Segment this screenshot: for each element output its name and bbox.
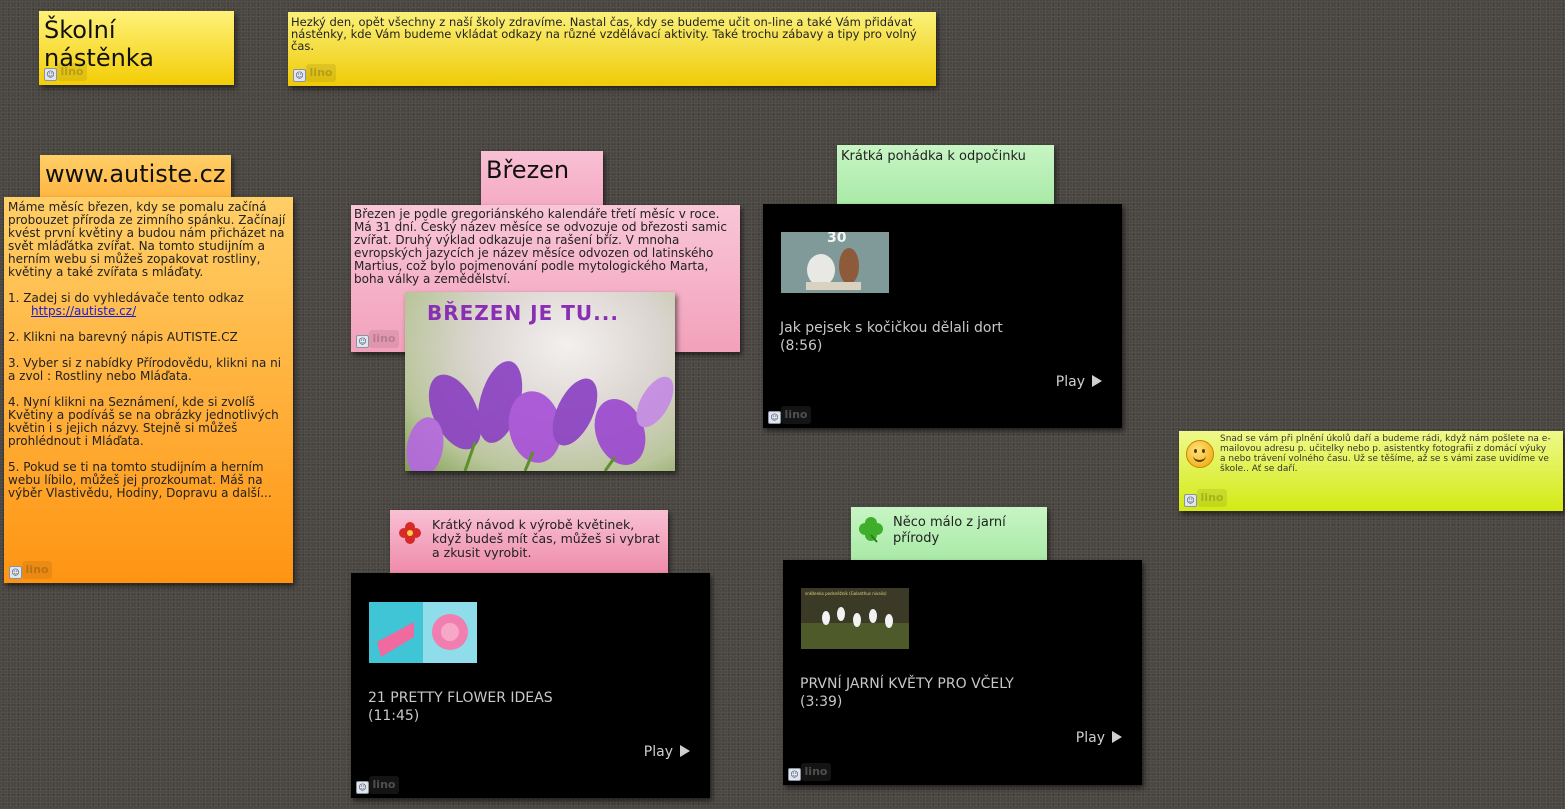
autiste-content: Máme měsíc březen, kdy se pomalu začíná …: [4, 197, 293, 504]
fairy-title: Krátká pohádka k odpočinku: [841, 149, 1026, 164]
brezen-image-caption: BŘEZEN JE TU...: [427, 301, 619, 325]
play-button[interactable]: Play: [1056, 374, 1102, 390]
avatar-icon: ☺: [9, 566, 22, 579]
flower-icon: [396, 519, 424, 547]
smiley-icon: [1186, 440, 1214, 468]
video-duration: (11:45): [368, 708, 420, 724]
video-fairy[interactable]: 30 Jak pejsek s kočičkou dělali dort (8:…: [763, 204, 1122, 428]
lino-logo: lino: [801, 763, 831, 781]
lino-logo: lino: [369, 776, 399, 794]
brezen-text: Březen je podle gregoriánského kalendáře…: [354, 207, 727, 286]
avatar-icon: ☺: [1184, 494, 1197, 507]
play-icon: [1112, 731, 1122, 743]
note-goodbye[interactable]: Snad se vám při plnění úkolů daří a bude…: [1179, 431, 1563, 511]
lino-logo: lino: [369, 330, 399, 348]
snowdrop-thumbnail: [801, 588, 909, 649]
clover-icon: [857, 515, 885, 543]
video-duration: (3:39): [800, 694, 843, 710]
spring-title: Něco málo z jarní přírody: [893, 515, 1006, 546]
play-button[interactable]: Play: [644, 744, 690, 760]
autiste-step-4: 4. Nyní klikni na Seznámení, kde si zvol…: [8, 395, 279, 448]
note-flower-title[interactable]: Krátký návod k výrobě květinek, když bud…: [390, 510, 668, 575]
lino-logo: lino: [22, 561, 52, 579]
video-title: Jak pejsek s kočičkou dělali dort: [780, 320, 1003, 336]
video-thumbnail[interactable]: [369, 602, 477, 663]
play-icon: [680, 745, 690, 757]
goodbye-text: Snad se vám při plnění úkolů daří a bude…: [1220, 434, 1551, 474]
avatar-icon: ☺: [356, 781, 369, 794]
brezen-title: Březen: [486, 156, 570, 184]
flower-craft-thumbnail: [369, 602, 477, 663]
video-thumbnail[interactable]: sněženka podsněžník (Galanthus nivalis): [801, 588, 909, 649]
autiste-step-2: 2. Klikni na barevný nápis AUTISTE.CZ: [8, 330, 238, 344]
note-title[interactable]: Školní nástěnka ☺ lino: [39, 11, 234, 85]
note-intro[interactable]: Hezký den, opět všechny z naší školy zdr…: [288, 12, 936, 86]
play-label: Play: [643, 744, 673, 760]
autiste-step-3: 3. Vyber si z nabídky Přírodovědu, klikn…: [8, 356, 282, 383]
autiste-step-5: 5. Pokud se ti na tomto studijním a hern…: [8, 460, 272, 500]
video-duration: (8:56): [780, 338, 823, 354]
avatar-icon: ☺: [356, 335, 369, 348]
lino-logo: lino: [57, 63, 87, 81]
play-icon: [1092, 375, 1102, 387]
autiste-paragraph: Máme měsíc březen, kdy se pomalu začíná …: [8, 200, 286, 279]
video-title: PRVNÍ JARNÍ KVĚTY PRO VČELY: [800, 676, 1014, 692]
intro-text: Hezký den, opět všechny z naší školy zdr…: [291, 15, 917, 53]
avatar-icon: ☺: [788, 768, 801, 781]
note-fairy-title[interactable]: Krátká pohádka k odpočinku: [837, 145, 1054, 207]
lino-logo: lino: [306, 64, 336, 82]
avatar-icon: ☺: [768, 411, 781, 424]
lino-logo: lino: [1197, 489, 1227, 507]
play-label: Play: [1055, 374, 1085, 390]
play-label: Play: [1075, 730, 1105, 746]
play-button[interactable]: Play: [1076, 730, 1122, 746]
video-spring[interactable]: sněženka podsněžník (Galanthus nivalis) …: [783, 560, 1142, 785]
autiste-link[interactable]: https://autiste.cz/: [31, 304, 136, 318]
thumb-label: sněženka podsněžník (Galanthus nivalis): [805, 591, 887, 596]
note-spring-title[interactable]: Něco málo z jarní přírody: [851, 507, 1047, 562]
video-flower[interactable]: 21 PRETTY FLOWER IDEAS (11:45) Play ☺ li…: [351, 573, 710, 798]
lino-logo: lino: [781, 406, 811, 424]
autiste-title: www.autiste.cz: [45, 160, 226, 188]
note-autiste-body[interactable]: Máme měsíc březen, kdy se pomalu začíná …: [4, 197, 293, 583]
note-brezen-title[interactable]: Březen: [481, 151, 603, 211]
brezen-image[interactable]: BŘEZEN JE TU...: [405, 292, 675, 471]
avatar-icon: ☺: [293, 69, 306, 82]
video-thumbnail[interactable]: 30: [781, 232, 889, 293]
avatar-icon: ☺: [44, 68, 57, 81]
thumb-label: 30: [827, 232, 847, 246]
flower-title: Krátký návod k výrobě květinek, když bud…: [432, 517, 660, 560]
video-title: 21 PRETTY FLOWER IDEAS: [368, 690, 553, 706]
